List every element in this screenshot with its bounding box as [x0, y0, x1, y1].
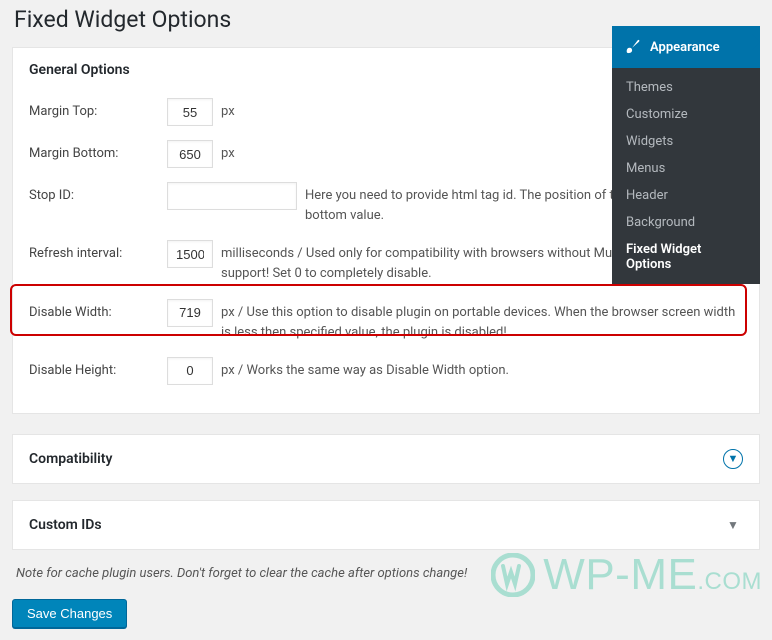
- brush-icon: [624, 36, 642, 58]
- stop-id-label: Stop ID:: [29, 182, 159, 206]
- flyout-item-fixed-widget-options[interactable]: Fixed Widget Options: [612, 236, 760, 278]
- appearance-flyout: Appearance Themes Customize Widgets Menu…: [612, 26, 760, 284]
- margin-bottom-label: Margin Bottom:: [29, 140, 159, 164]
- flyout-item-widgets[interactable]: Widgets: [612, 128, 760, 155]
- flyout-item-header[interactable]: Header: [612, 182, 760, 209]
- margin-top-input[interactable]: [167, 98, 213, 126]
- compatibility-section-toggle[interactable]: Compatibility ▼: [12, 434, 760, 484]
- chevron-down-icon: ▼: [723, 515, 743, 535]
- flyout-item-menus[interactable]: Menus: [612, 155, 760, 182]
- flyout-heading: Appearance: [650, 40, 720, 55]
- custom-ids-section-toggle[interactable]: Custom IDs ▼: [12, 500, 760, 550]
- flyout-menu: Themes Customize Widgets Menus Header Ba…: [612, 68, 760, 284]
- disable-height-label: Disable Height:: [29, 357, 159, 381]
- flyout-item-customize[interactable]: Customize: [612, 101, 760, 128]
- disable-width-label: Disable Width:: [29, 299, 159, 323]
- disable-height-input[interactable]: [167, 357, 213, 385]
- save-button[interactable]: Save Changes: [12, 599, 127, 628]
- flyout-item-background[interactable]: Background: [612, 209, 760, 236]
- flyout-header[interactable]: Appearance: [612, 26, 760, 68]
- flyout-item-themes[interactable]: Themes: [612, 74, 760, 101]
- disable-width-desc: px / Use this option to disable plugin o…: [221, 299, 743, 343]
- disable-width-input[interactable]: [167, 299, 213, 327]
- compatibility-title: Compatibility: [29, 451, 112, 467]
- chevron-down-icon: ▼: [723, 449, 743, 469]
- refresh-interval-input[interactable]: [167, 240, 213, 268]
- margin-bottom-input[interactable]: [167, 140, 213, 168]
- margin-top-label: Margin Top:: [29, 98, 159, 122]
- custom-ids-title: Custom IDs: [29, 517, 102, 533]
- stop-id-input[interactable]: [167, 182, 297, 210]
- refresh-interval-label: Refresh interval:: [29, 240, 159, 264]
- disable-height-desc: px / Works the same way as Disable Width…: [221, 357, 743, 381]
- cache-note: Note for cache plugin users. Don't forge…: [16, 566, 756, 581]
